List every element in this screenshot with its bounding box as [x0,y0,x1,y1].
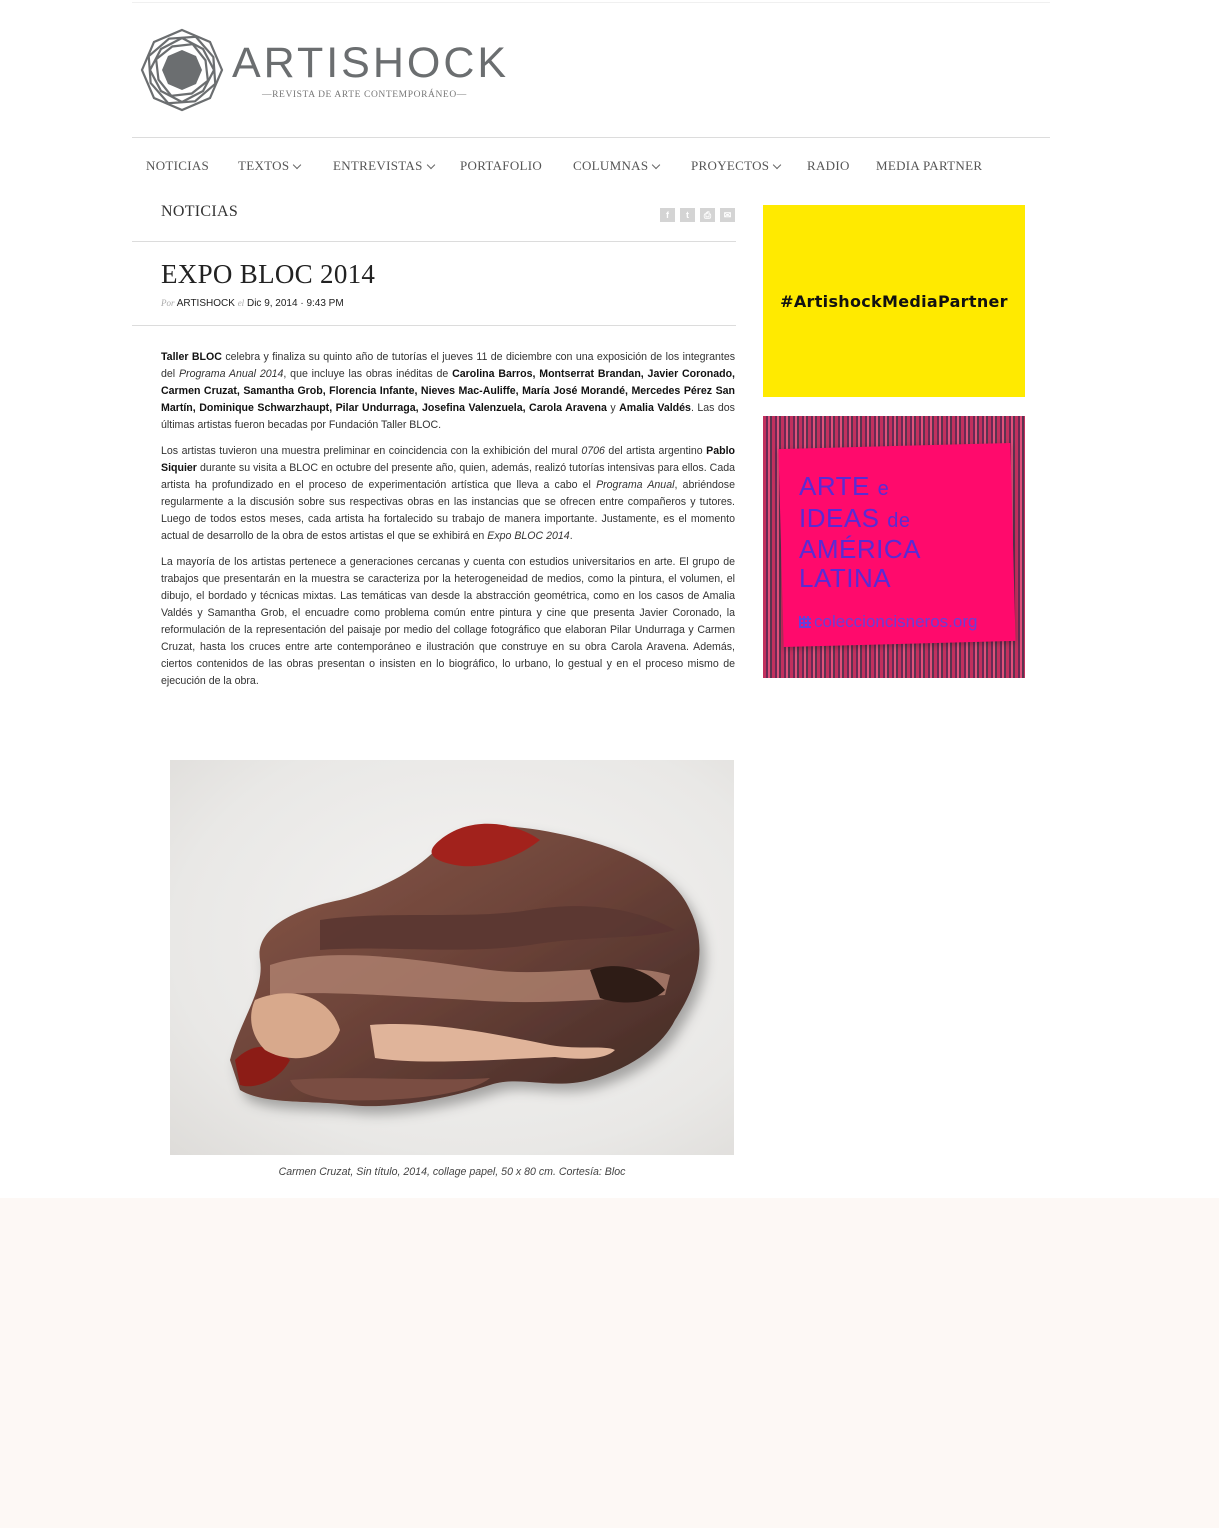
chevron-down-icon [652,160,661,170]
header-divider [132,137,1050,138]
nav-item-entrevistas[interactable]: ENTREVISTAS [333,158,435,174]
chevron-down-icon [293,160,302,170]
facebook-icon[interactable]: f [660,208,675,222]
nav-label: PROYECTOS [691,158,770,173]
article-body: Taller BLOC celebra y finaliza su quinto… [161,349,735,699]
section-label[interactable]: NOTICIAS [161,203,238,221]
nav-item-noticias[interactable]: NOTICIAS [146,158,209,174]
ad-cisneros-url: coleccioncisneros.org [799,612,977,632]
nav-item-portafolio[interactable]: PORTAFOLIO [460,158,542,174]
nav-item-proyectos[interactable]: PROYECTOS [691,158,782,174]
author-link[interactable]: ARTISHOCK [177,298,235,309]
artwork-image[interactable] [170,760,734,1155]
meta-sep: el [237,298,245,308]
email-icon[interactable]: ✉ [720,208,735,222]
ad-line-de: de [887,509,911,532]
grid-logo-icon [799,616,811,628]
nav-label: NOTICIAS [146,158,210,173]
ad-line-e: e [877,478,890,500]
top-rule [132,2,1050,3]
nav-item-media-partner[interactable]: MEDIA PARTNER [876,158,982,174]
article-title: EXPO BLOC 2014 [161,259,376,289]
post-date: Dic 9, 2014 · 9:43 PM [246,298,344,309]
image-caption: Carmen Cruzat, Sin título, 2014, collage… [278,1166,626,1178]
nav-item-radio[interactable]: RADIO [807,158,850,174]
chevron-down-icon [773,160,782,170]
nav-label: TEXTOS [238,158,290,173]
nav-label: MEDIA PARTNER [876,158,983,173]
ad-line-america: AMÉRICA [799,534,921,564]
twitter-icon[interactable]: t [680,208,695,222]
article-meta: Por ARTISHOCK el Dic 9, 2014 · 9:43 PM [161,298,344,309]
nav-item-textos[interactable]: TEXTOS [238,158,302,174]
nav-label: PORTAFOLIO [460,158,543,173]
nav-item-columnas[interactable]: COLUMNAS [573,158,661,174]
ad-line-latina: LATINA [799,562,892,593]
ad-coleccion-cisneros[interactable]: ARTE e IDEAS de AMÉRICA LATINA coleccion… [763,416,1025,678]
chevron-down-icon [426,160,435,170]
logo-rosette-icon [140,28,224,112]
section-divider [132,241,736,242]
ad-line-arte: ARTE [799,471,870,501]
nav-label: COLUMNAS [573,158,649,173]
nav-label: ENTREVISTAS [333,158,423,173]
site-logo[interactable]: ARTISHOCK —REVISTA DE ARTE CONTEMPORÁNEO… [140,28,540,118]
ad-media-partner-text: #ArtishockMediaPartner [780,292,1008,311]
ad-line-ideas: IDEAS [799,502,880,533]
print-icon[interactable]: ⎙ [700,208,715,222]
logo-wordmark: ARTISHOCK [232,39,510,87]
article-paragraph: La mayoría de los artistas pertenece a g… [161,556,735,687]
collage-artwork [230,823,700,1107]
ad-media-partner[interactable]: #ArtishockMediaPartner [763,205,1025,397]
logo-tagline: —REVISTA DE ARTE CONTEMPORÁNEO— [262,90,467,100]
ad-url-text: coleccioncisneros.org [814,612,978,631]
nav-label: RADIO [807,158,850,173]
ad-cisneros-headline: ARTE e IDEAS de AMÉRICA LATINA [799,472,921,592]
article-paragraph: Taller BLOC celebra y finaliza su quinto… [161,351,736,431]
title-divider [132,325,736,326]
article-paragraph: Los artistas tuvieron una muestra prelim… [161,445,736,542]
meta-by: Por [161,298,175,308]
page: ARTISHOCK —REVISTA DE ARTE CONTEMPORÁNEO… [0,0,1219,1198]
